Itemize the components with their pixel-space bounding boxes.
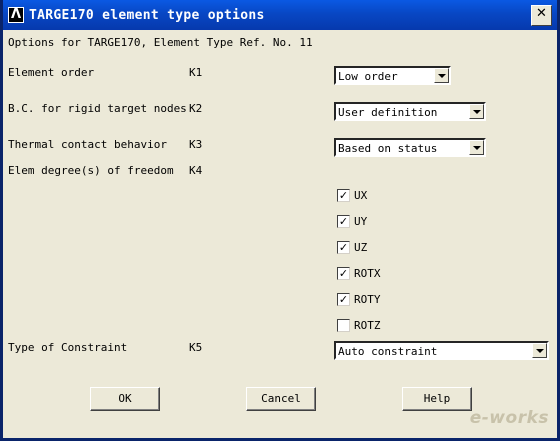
k5-key: K5 bbox=[189, 341, 203, 354]
chevron-down-icon[interactable] bbox=[469, 104, 484, 119]
constraint-type-select[interactable]: Auto constraint bbox=[334, 341, 549, 360]
chevron-down-icon[interactable] bbox=[469, 140, 484, 155]
ansys-logo-icon: Λ bbox=[8, 7, 24, 23]
dialog-window: Λ TARGE170 element type options ✕ Option… bbox=[0, 0, 560, 441]
constraint-type-value: Auto constraint bbox=[338, 345, 438, 358]
checkbox-checked[interactable]: ✓ bbox=[337, 293, 350, 306]
chevron-down-icon[interactable] bbox=[532, 343, 547, 358]
k1-key: K1 bbox=[189, 66, 203, 79]
cancel-button[interactable]: Cancel bbox=[246, 387, 316, 411]
checkbox-label: ROTZ bbox=[354, 319, 381, 332]
k4-key: K4 bbox=[189, 164, 203, 177]
element-order-value: Low order bbox=[338, 70, 398, 83]
window-title: TARGE170 element type options bbox=[29, 8, 265, 23]
checkbox-label: UX bbox=[354, 189, 368, 202]
options-header: Options for TARGE170, Element Type Ref. … bbox=[8, 36, 313, 49]
constraint-type-label: Type of Constraint bbox=[8, 341, 128, 354]
checkbox-label: UZ bbox=[354, 241, 368, 254]
bc-rigid-target-select[interactable]: User definition bbox=[334, 102, 486, 121]
checkbox-label: ROTX bbox=[354, 267, 381, 280]
checkbox-checked[interactable]: ✓ bbox=[337, 267, 350, 280]
dof-label: Elem degree(s) of freedom bbox=[8, 164, 174, 177]
bc-rigid-target-value: User definition bbox=[338, 106, 438, 119]
bc-rigid-target-label: B.C. for rigid target nodes bbox=[8, 102, 187, 115]
close-button[interactable]: ✕ bbox=[531, 5, 552, 26]
e-works-watermark: e-works bbox=[469, 408, 549, 428]
checkbox-checked[interactable]: ✓ bbox=[337, 241, 350, 254]
checkbox[interactable] bbox=[337, 319, 350, 332]
help-button[interactable]: Help bbox=[402, 387, 472, 411]
checkbox-checked[interactable]: ✓ bbox=[337, 215, 350, 228]
element-order-label: Element order bbox=[8, 66, 95, 79]
checkbox-checked[interactable]: ✓ bbox=[337, 189, 350, 202]
k2-key: K2 bbox=[189, 102, 203, 115]
checkbox-label: UY bbox=[354, 215, 368, 228]
element-order-select[interactable]: Low order bbox=[334, 66, 451, 85]
ok-button[interactable]: OK bbox=[90, 387, 160, 411]
thermal-contact-value: Based on status bbox=[338, 142, 438, 155]
chevron-down-icon[interactable] bbox=[434, 68, 449, 83]
checkbox-label: ROTY bbox=[354, 293, 381, 306]
thermal-contact-label: Thermal contact behavior bbox=[8, 138, 167, 151]
thermal-contact-select[interactable]: Based on status bbox=[334, 138, 486, 157]
k3-key: K3 bbox=[189, 138, 203, 151]
title-bar[interactable]: Λ TARGE170 element type options ✕ bbox=[3, 0, 557, 30]
